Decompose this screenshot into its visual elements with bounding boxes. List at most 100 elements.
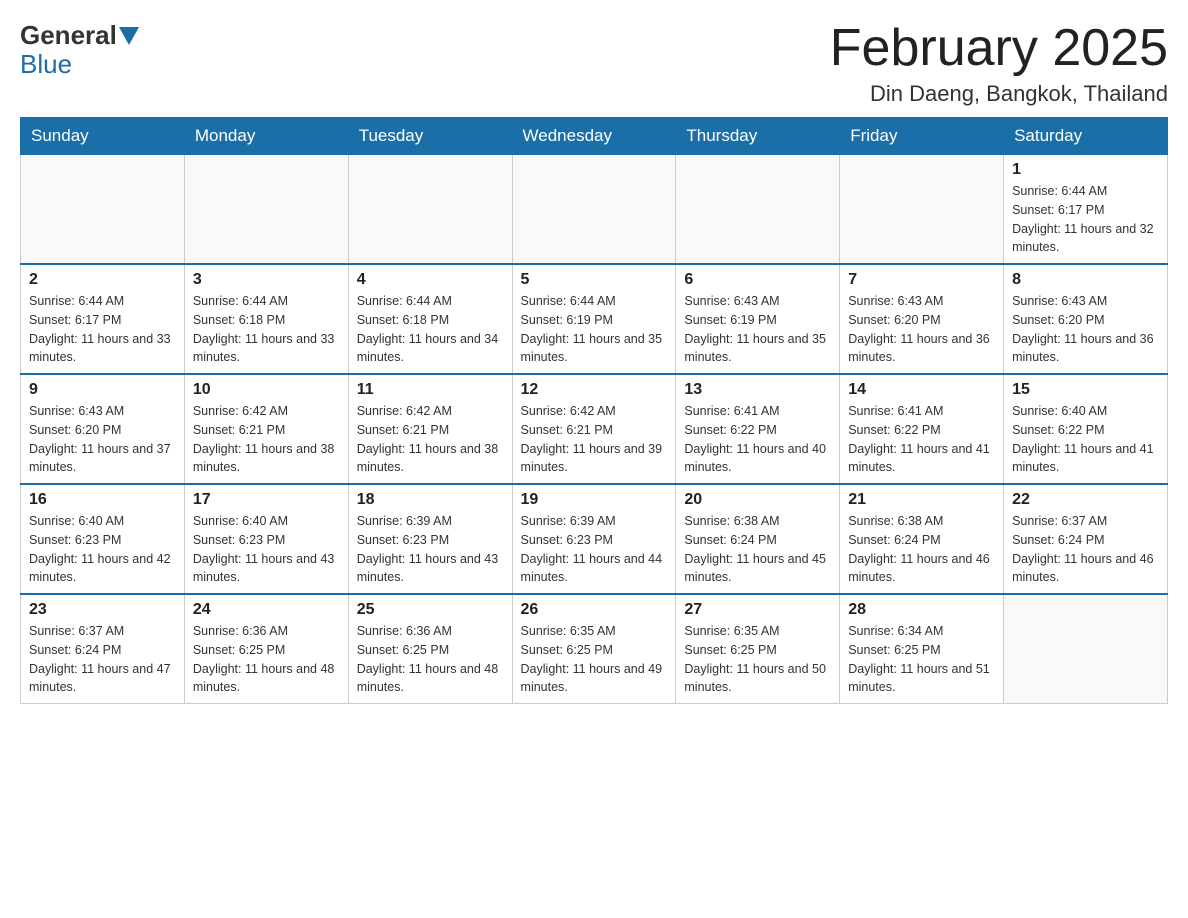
logo: General Blue: [20, 20, 141, 80]
logo-triangle-icon: [119, 27, 139, 45]
calendar-week-4: 16 Sunrise: 6:40 AMSunset: 6:23 PMDayligh…: [21, 484, 1168, 594]
calendar-day-cell: 23 Sunrise: 6:37 AMSunset: 6:24 PMDayligh…: [21, 594, 185, 704]
calendar-day-cell: 25 Sunrise: 6:36 AMSunset: 6:25 PMDayligh…: [348, 594, 512, 704]
calendar-day-cell: 3 Sunrise: 6:44 AMSunset: 6:18 PMDaylight…: [184, 264, 348, 374]
day-info: Sunrise: 6:35 AMSunset: 6:25 PMDaylight:…: [684, 622, 831, 697]
day-info: Sunrise: 6:39 AMSunset: 6:23 PMDaylight:…: [357, 512, 504, 587]
day-number: 8: [1012, 271, 1159, 289]
weekday-header-saturday: Saturday: [1004, 118, 1168, 155]
day-info: Sunrise: 6:38 AMSunset: 6:24 PMDaylight:…: [684, 512, 831, 587]
day-info: Sunrise: 6:44 AMSunset: 6:19 PMDaylight:…: [521, 292, 668, 367]
day-number: 10: [193, 381, 340, 399]
day-info: Sunrise: 6:43 AMSunset: 6:20 PMDaylight:…: [1012, 292, 1159, 367]
day-info: Sunrise: 6:43 AMSunset: 6:20 PMDaylight:…: [29, 402, 176, 477]
day-number: 19: [521, 491, 668, 509]
weekday-header-tuesday: Tuesday: [348, 118, 512, 155]
weekday-header-friday: Friday: [840, 118, 1004, 155]
calendar-day-cell: [512, 155, 676, 265]
calendar-day-cell: 8 Sunrise: 6:43 AMSunset: 6:20 PMDaylight…: [1004, 264, 1168, 374]
calendar-day-cell: 26 Sunrise: 6:35 AMSunset: 6:25 PMDayligh…: [512, 594, 676, 704]
day-info: Sunrise: 6:37 AMSunset: 6:24 PMDaylight:…: [1012, 512, 1159, 587]
day-info: Sunrise: 6:41 AMSunset: 6:22 PMDaylight:…: [848, 402, 995, 477]
day-number: 16: [29, 491, 176, 509]
calendar-day-cell: 7Sunrise: 6:43 AMSunset: 6:20 PMDaylight…: [840, 264, 1004, 374]
day-number: 28: [848, 601, 995, 619]
day-info: Sunrise: 6:42 AMSunset: 6:21 PMDaylight:…: [193, 402, 340, 477]
calendar-day-cell: 24 Sunrise: 6:36 AMSunset: 6:25 PMDayligh…: [184, 594, 348, 704]
day-info: Sunrise: 6:40 AMSunset: 6:23 PMDaylight:…: [193, 512, 340, 587]
calendar-day-cell: 13 Sunrise: 6:41 AMSunset: 6:22 PMDayligh…: [676, 374, 840, 484]
day-info: Sunrise: 6:36 AMSunset: 6:25 PMDaylight:…: [357, 622, 504, 697]
weekday-header-row: SundayMondayTuesdayWednesdayThursdayFrid…: [21, 118, 1168, 155]
day-number: 1: [1012, 161, 1159, 179]
calendar-day-cell: 6Sunrise: 6:43 AMSunset: 6:19 PMDaylight…: [676, 264, 840, 374]
day-number: 25: [357, 601, 504, 619]
calendar-day-cell: 27 Sunrise: 6:35 AMSunset: 6:25 PMDayligh…: [676, 594, 840, 704]
day-number: 3: [193, 271, 340, 289]
logo-blue-text: Blue: [20, 49, 72, 80]
calendar-day-cell: 15Sunrise: 6:40 AMSunset: 6:22 PMDayligh…: [1004, 374, 1168, 484]
day-info: Sunrise: 6:41 AMSunset: 6:22 PMDaylight:…: [684, 402, 831, 477]
calendar-week-5: 23 Sunrise: 6:37 AMSunset: 6:24 PMDayligh…: [21, 594, 1168, 704]
calendar-week-3: 9 Sunrise: 6:43 AMSunset: 6:20 PMDaylight…: [21, 374, 1168, 484]
calendar-day-cell: [348, 155, 512, 265]
day-info: Sunrise: 6:42 AMSunset: 6:21 PMDaylight:…: [357, 402, 504, 477]
day-number: 4: [357, 271, 504, 289]
weekday-header-wednesday: Wednesday: [512, 118, 676, 155]
day-number: 21: [848, 491, 995, 509]
calendar-day-cell: [840, 155, 1004, 265]
day-number: 5: [521, 271, 668, 289]
calendar-day-cell: 1Sunrise: 6:44 AMSunset: 6:17 PMDaylight…: [1004, 155, 1168, 265]
day-number: 9: [29, 381, 176, 399]
page-header: General Blue February 2025 Din Daeng, Ba…: [20, 20, 1168, 107]
calendar-day-cell: 22 Sunrise: 6:37 AMSunset: 6:24 PMDayligh…: [1004, 484, 1168, 594]
weekday-header-monday: Monday: [184, 118, 348, 155]
calendar-day-cell: 21Sunrise: 6:38 AMSunset: 6:24 PMDayligh…: [840, 484, 1004, 594]
weekday-header-thursday: Thursday: [676, 118, 840, 155]
day-info: Sunrise: 6:40 AMSunset: 6:23 PMDaylight:…: [29, 512, 176, 587]
month-title: February 2025: [830, 20, 1168, 77]
calendar-day-cell: [184, 155, 348, 265]
day-number: 22: [1012, 491, 1159, 509]
day-number: 12: [521, 381, 668, 399]
day-number: 26: [521, 601, 668, 619]
calendar-day-cell: 18 Sunrise: 6:39 AMSunset: 6:23 PMDayligh…: [348, 484, 512, 594]
day-number: 7: [848, 271, 995, 289]
day-number: 18: [357, 491, 504, 509]
day-info: Sunrise: 6:44 AMSunset: 6:18 PMDaylight:…: [357, 292, 504, 367]
calendar-day-cell: 10 Sunrise: 6:42 AMSunset: 6:21 PMDayligh…: [184, 374, 348, 484]
day-number: 20: [684, 491, 831, 509]
day-info: Sunrise: 6:35 AMSunset: 6:25 PMDaylight:…: [521, 622, 668, 697]
calendar-day-cell: [1004, 594, 1168, 704]
day-number: 24: [193, 601, 340, 619]
calendar-week-2: 2 Sunrise: 6:44 AMSunset: 6:17 PMDaylight…: [21, 264, 1168, 374]
day-number: 14: [848, 381, 995, 399]
day-info: Sunrise: 6:42 AMSunset: 6:21 PMDaylight:…: [521, 402, 668, 477]
day-info: Sunrise: 6:34 AMSunset: 6:25 PMDaylight:…: [848, 622, 995, 697]
day-number: 13: [684, 381, 831, 399]
calendar-week-1: 1Sunrise: 6:44 AMSunset: 6:17 PMDaylight…: [21, 155, 1168, 265]
calendar-day-cell: 11Sunrise: 6:42 AMSunset: 6:21 PMDayligh…: [348, 374, 512, 484]
title-section: February 2025 Din Daeng, Bangkok, Thaila…: [830, 20, 1168, 107]
day-info: Sunrise: 6:44 AMSunset: 6:17 PMDaylight:…: [29, 292, 176, 367]
day-number: 17: [193, 491, 340, 509]
location: Din Daeng, Bangkok, Thailand: [830, 81, 1168, 107]
day-info: Sunrise: 6:44 AMSunset: 6:18 PMDaylight:…: [193, 292, 340, 367]
day-info: Sunrise: 6:39 AMSunset: 6:23 PMDaylight:…: [521, 512, 668, 587]
day-info: Sunrise: 6:40 AMSunset: 6:22 PMDaylight:…: [1012, 402, 1159, 477]
calendar-day-cell: 19 Sunrise: 6:39 AMSunset: 6:23 PMDayligh…: [512, 484, 676, 594]
day-number: 2: [29, 271, 176, 289]
day-info: Sunrise: 6:36 AMSunset: 6:25 PMDaylight:…: [193, 622, 340, 697]
calendar-day-cell: 9 Sunrise: 6:43 AMSunset: 6:20 PMDaylight…: [21, 374, 185, 484]
day-number: 27: [684, 601, 831, 619]
day-number: 23: [29, 601, 176, 619]
calendar-day-cell: [21, 155, 185, 265]
day-number: 6: [684, 271, 831, 289]
calendar-day-cell: 17 Sunrise: 6:40 AMSunset: 6:23 PMDayligh…: [184, 484, 348, 594]
calendar-table: SundayMondayTuesdayWednesdayThursdayFrid…: [20, 117, 1168, 704]
calendar-day-cell: 16 Sunrise: 6:40 AMSunset: 6:23 PMDayligh…: [21, 484, 185, 594]
calendar-day-cell: 5 Sunrise: 6:44 AMSunset: 6:19 PMDaylight…: [512, 264, 676, 374]
calendar-day-cell: 12 Sunrise: 6:42 AMSunset: 6:21 PMDayligh…: [512, 374, 676, 484]
day-info: Sunrise: 6:37 AMSunset: 6:24 PMDaylight:…: [29, 622, 176, 697]
calendar-day-cell: [676, 155, 840, 265]
